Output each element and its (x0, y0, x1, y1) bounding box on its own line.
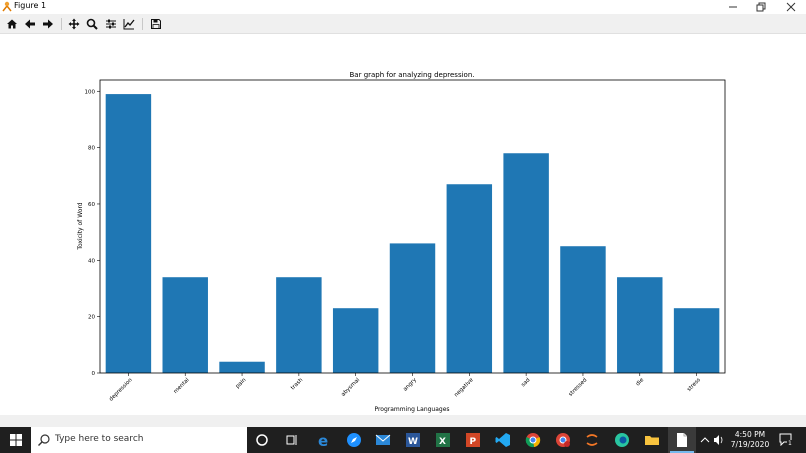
file-explorer-icon[interactable] (644, 432, 660, 448)
bar-stressed (560, 246, 606, 373)
edit-axes-button[interactable] (122, 17, 136, 31)
x-tick-label: stress (686, 377, 702, 393)
x-ticks-group: depression mental pain trash abysmal angry neg… (108, 373, 702, 403)
chrome-profile-icon[interactable] (555, 432, 571, 448)
y-ticks-group: 0 20 40 60 80 100 (85, 89, 100, 377)
mail-icon[interactable] (375, 432, 391, 448)
x-axis-label: Programming Languages (374, 406, 449, 413)
bar-depression (105, 94, 152, 373)
bar-trash (276, 277, 322, 373)
y-axis-label: Toxicity of Word (77, 202, 84, 250)
x-tick-label: angry (402, 377, 418, 393)
edge-icon[interactable]: e (316, 432, 332, 448)
edge-chromium-icon[interactable] (614, 432, 630, 448)
svg-text:P: P (470, 437, 477, 447)
zoom-button[interactable] (85, 17, 99, 31)
arrow-right-icon (43, 19, 53, 29)
clock-time: 4:50 PM (734, 430, 766, 439)
toolbar-separator (61, 18, 62, 30)
home-button[interactable] (5, 17, 19, 31)
restore-icon (756, 2, 766, 12)
minimize-button[interactable] (718, 0, 748, 14)
vscode-icon[interactable] (495, 432, 511, 448)
close-icon (786, 2, 796, 12)
notification-count: 1 (787, 440, 793, 447)
volume-icon[interactable] (713, 432, 725, 448)
clock-date: 7/19/2020 (730, 440, 770, 449)
start-button[interactable] (0, 427, 31, 453)
minimize-icon (729, 6, 737, 8)
active-app-slot[interactable] (668, 427, 696, 453)
excel-icon[interactable]: X (435, 432, 451, 448)
word-icon[interactable]: W (405, 432, 421, 448)
y-tick-label: 0 (92, 371, 96, 377)
configure-subplots-button[interactable] (104, 17, 118, 31)
x-tick-label: trash (290, 377, 305, 392)
forward-button[interactable] (41, 17, 55, 31)
y-tick-label: 60 (88, 202, 95, 208)
pan-button[interactable] (67, 17, 81, 31)
save-icon (151, 19, 161, 29)
svg-text:e: e (318, 432, 328, 448)
search-icon (86, 18, 98, 30)
x-tick-label: mental (173, 377, 191, 395)
toolbar-separator (142, 18, 143, 30)
task-view-icon[interactable] (284, 432, 300, 448)
bar-angry (389, 243, 436, 373)
y-tick-label: 40 (88, 258, 95, 264)
x-tick-label: sad (520, 377, 531, 388)
powerpoint-icon[interactable]: P (465, 432, 481, 448)
svg-text:W: W (408, 437, 418, 447)
cortana-icon[interactable] (254, 432, 270, 448)
title-bar: Figure 1 (0, 0, 806, 14)
bar-pain (219, 361, 265, 373)
home-icon (7, 19, 17, 29)
notification-center-button[interactable]: 1 (777, 432, 795, 448)
taskbar: Type here to search e W X P 4:50 PM 7/19… (0, 427, 806, 453)
safari-icon[interactable] (346, 432, 362, 448)
x-tick-label: die (635, 377, 646, 388)
bars-group (105, 94, 720, 373)
sliders-icon (106, 19, 116, 29)
restore-button[interactable] (746, 0, 776, 14)
line-chart-icon (123, 19, 135, 30)
figure-toolbar (0, 14, 806, 34)
matplotlib-icon (2, 1, 12, 12)
close-button[interactable] (776, 0, 806, 14)
y-tick-label: 20 (88, 315, 95, 321)
chrome-icon[interactable] (525, 432, 541, 448)
bar-negative (446, 184, 493, 373)
save-button[interactable] (149, 17, 163, 31)
back-button[interactable] (23, 17, 37, 31)
jupyter-icon[interactable] (584, 432, 600, 448)
bar-mental (162, 277, 208, 373)
move-icon (68, 18, 80, 30)
windows-logo-icon (9, 434, 22, 446)
svg-text:X: X (439, 437, 446, 447)
y-tick-label: 80 (88, 146, 95, 152)
x-tick-label: pain (235, 377, 248, 390)
x-tick-label: stressed (568, 377, 589, 398)
x-tick-label: abysmal (340, 377, 361, 398)
figure-canvas: Bar graph for analyzing depression. Toxi… (0, 35, 806, 415)
search-icon (38, 434, 50, 446)
window-title: Figure 1 (14, 1, 47, 10)
bar-chart: Bar graph for analyzing depression. Toxi… (77, 71, 726, 413)
taskbar-search-box[interactable]: Type here to search (31, 427, 247, 453)
bar-sad (503, 153, 549, 373)
chart-title: Bar graph for analyzing depression. (350, 71, 475, 79)
status-bar (0, 415, 806, 427)
bar-die (617, 277, 663, 373)
x-tick-label: depression (108, 377, 134, 403)
x-tick-label: negative (453, 377, 475, 399)
system-clock[interactable]: 4:50 PM 7/19/2020 (727, 430, 773, 450)
document-icon (677, 433, 687, 447)
bar-abysmal (332, 308, 379, 373)
search-placeholder: Type here to search (55, 434, 144, 444)
y-tick-label: 100 (85, 89, 96, 95)
chevron-up-icon[interactable] (700, 432, 710, 448)
bar-stress (673, 308, 720, 373)
arrow-left-icon (25, 19, 35, 29)
